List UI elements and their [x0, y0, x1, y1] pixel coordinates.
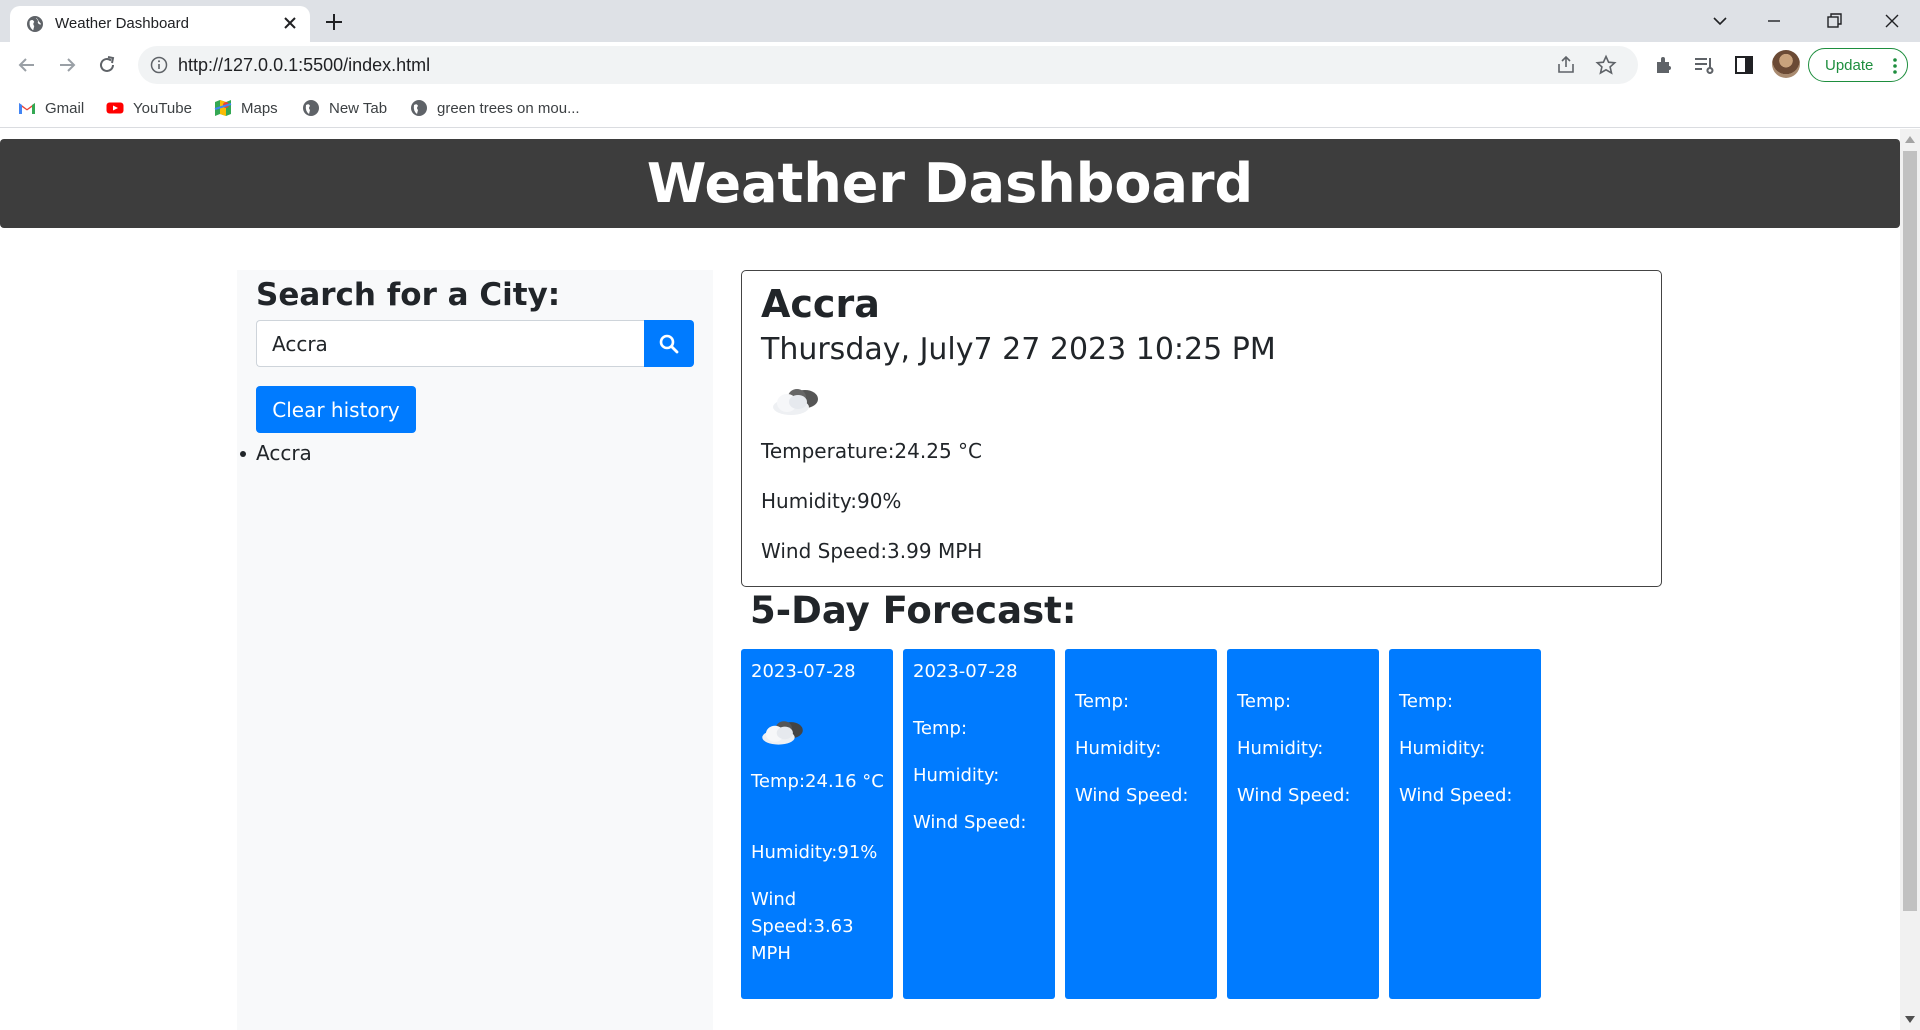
bookmark-label: YouTube [133, 99, 192, 117]
restore-icon[interactable] [1822, 9, 1846, 33]
city-search-input[interactable] [256, 320, 644, 367]
star-icon[interactable] [1595, 54, 1617, 76]
youtube-icon [106, 102, 124, 114]
reading-list-icon[interactable] [1692, 53, 1716, 77]
search-sidebar: Search for a City: Clear history Accra [237, 270, 713, 1030]
forecast-wind: Wind Speed: [1237, 785, 1351, 806]
side-panel-icon[interactable] [1732, 53, 1756, 77]
update-button[interactable]: Update [1808, 48, 1908, 82]
gmail-icon [19, 103, 35, 114]
site-header: Weather Dashboard [0, 139, 1900, 228]
forecast-humidity: Humidity: [1237, 738, 1324, 759]
forecast-wind: Wind Speed: [1075, 785, 1189, 806]
chevron-down-icon[interactable] [1708, 9, 1732, 33]
page-scrollbar[interactable] [1900, 129, 1920, 1030]
close-icon[interactable] [280, 13, 300, 33]
search-icon [659, 334, 679, 354]
page-viewport: Weather Dashboard Search for a City: Cle… [0, 129, 1900, 1030]
forecast-humidity: Humidity: [1399, 738, 1486, 759]
current-weather-card: Accra Thursday, July7 27 2023 10:25 PM T… [741, 270, 1662, 587]
forecast-wind: Wind Speed: [913, 812, 1027, 833]
forecast-card: Temp: Humidity: Wind Speed: [1065, 649, 1217, 999]
extensions-icon[interactable] [1652, 53, 1676, 77]
back-arrow-icon[interactable] [14, 52, 40, 78]
forecast-temp: Temp:24.16 °C [751, 771, 884, 792]
tab-title: Weather Dashboard [55, 15, 189, 32]
new-tab-icon[interactable] [322, 10, 346, 34]
close-window-icon[interactable] [1880, 9, 1904, 33]
scroll-down-arrow-icon[interactable] [1905, 1016, 1915, 1024]
forecast-wind: Wind Speed:3.63 MPH [751, 889, 854, 964]
search-heading: Search for a City: [256, 277, 561, 313]
reload-icon[interactable] [94, 52, 120, 78]
current-wind-speed: Wind Speed:3.99 MPH [761, 539, 983, 563]
forecast-wind: Wind Speed: [1399, 785, 1513, 806]
forecast-card: Temp: Humidity: Wind Speed: [1227, 649, 1379, 999]
forecast-card: 2023-07-28 Temp: Humidity: Wind Speed: [903, 649, 1055, 999]
current-date: Thursday, July7 27 2023 10:25 PM [761, 332, 1276, 367]
forecast-date: 2023-07-28 [751, 661, 856, 682]
night-cloud-icon [762, 721, 803, 745]
scroll-thumb[interactable] [1903, 151, 1917, 911]
update-label: Update [1825, 57, 1874, 74]
forecast-card: Temp: Humidity: Wind Speed: [1389, 649, 1541, 999]
profile-avatar[interactable] [1772, 50, 1800, 78]
forecast-temp: Temp: [1399, 691, 1454, 712]
forecast-humidity: Humidity:91% [751, 842, 878, 863]
bookmarks-bar: Gmail YouTube Maps New Tab green trees o… [0, 88, 1920, 128]
clear-history-button[interactable]: Clear history [256, 386, 416, 433]
browser-toolbar: http://127.0.0.1:5500/index.html Update [0, 42, 1920, 88]
forward-arrow-icon[interactable] [54, 52, 80, 78]
bookmark-youtube[interactable]: YouTube [106, 97, 192, 119]
info-icon[interactable] [150, 56, 168, 74]
search-history-list: Accra [240, 438, 312, 468]
forecast-title: 5-Day Forecast: [750, 589, 1077, 632]
globe-icon [303, 100, 319, 116]
history-item[interactable]: Accra [240, 438, 312, 468]
bookmark-maps[interactable]: Maps [214, 97, 278, 119]
bookmark-label: Gmail [45, 99, 85, 117]
bookmark-label: green trees on mou... [437, 99, 580, 117]
forecast-temp: Temp: [1237, 691, 1292, 712]
bookmark-new-tab[interactable]: New Tab [302, 97, 387, 119]
bookmark-green-trees[interactable]: green trees on mou... [410, 97, 580, 119]
current-humidity: Humidity:90% [761, 489, 902, 513]
url-text[interactable]: http://127.0.0.1:5500/index.html [178, 55, 430, 76]
globe-icon [27, 16, 43, 32]
night-cloud-icon [773, 389, 818, 415]
forecast-humidity: Humidity: [913, 765, 1000, 786]
minimize-icon[interactable] [1762, 9, 1786, 33]
bookmark-label: New Tab [329, 99, 388, 117]
share-icon[interactable] [1556, 55, 1576, 75]
browser-tab-strip: Weather Dashboard [0, 0, 1920, 42]
bookmark-label: Maps [241, 99, 278, 117]
current-temperature: Temperature:24.25 °C [761, 439, 983, 463]
search-button[interactable] [644, 320, 694, 367]
forecast-humidity: Humidity: [1075, 738, 1162, 759]
bookmark-gmail[interactable]: Gmail [18, 97, 84, 119]
globe-icon [411, 100, 427, 116]
scroll-up-arrow-icon[interactable] [1905, 135, 1915, 143]
forecast-temp: Temp: [1075, 691, 1130, 712]
more-menu-icon[interactable] [1887, 56, 1903, 76]
forecast-temp: Temp: [913, 718, 968, 739]
forecast-card: 2023-07-28 Temp:24.16 °C Humidity:91% Wi… [741, 649, 893, 999]
browser-tab[interactable]: Weather Dashboard [10, 6, 310, 42]
page-title: Weather Dashboard [646, 152, 1254, 215]
current-city: Accra [761, 282, 880, 326]
address-bar[interactable]: http://127.0.0.1:5500/index.html [138, 46, 1638, 84]
maps-icon [214, 100, 232, 116]
forecast-date: 2023-07-28 [913, 661, 1018, 682]
